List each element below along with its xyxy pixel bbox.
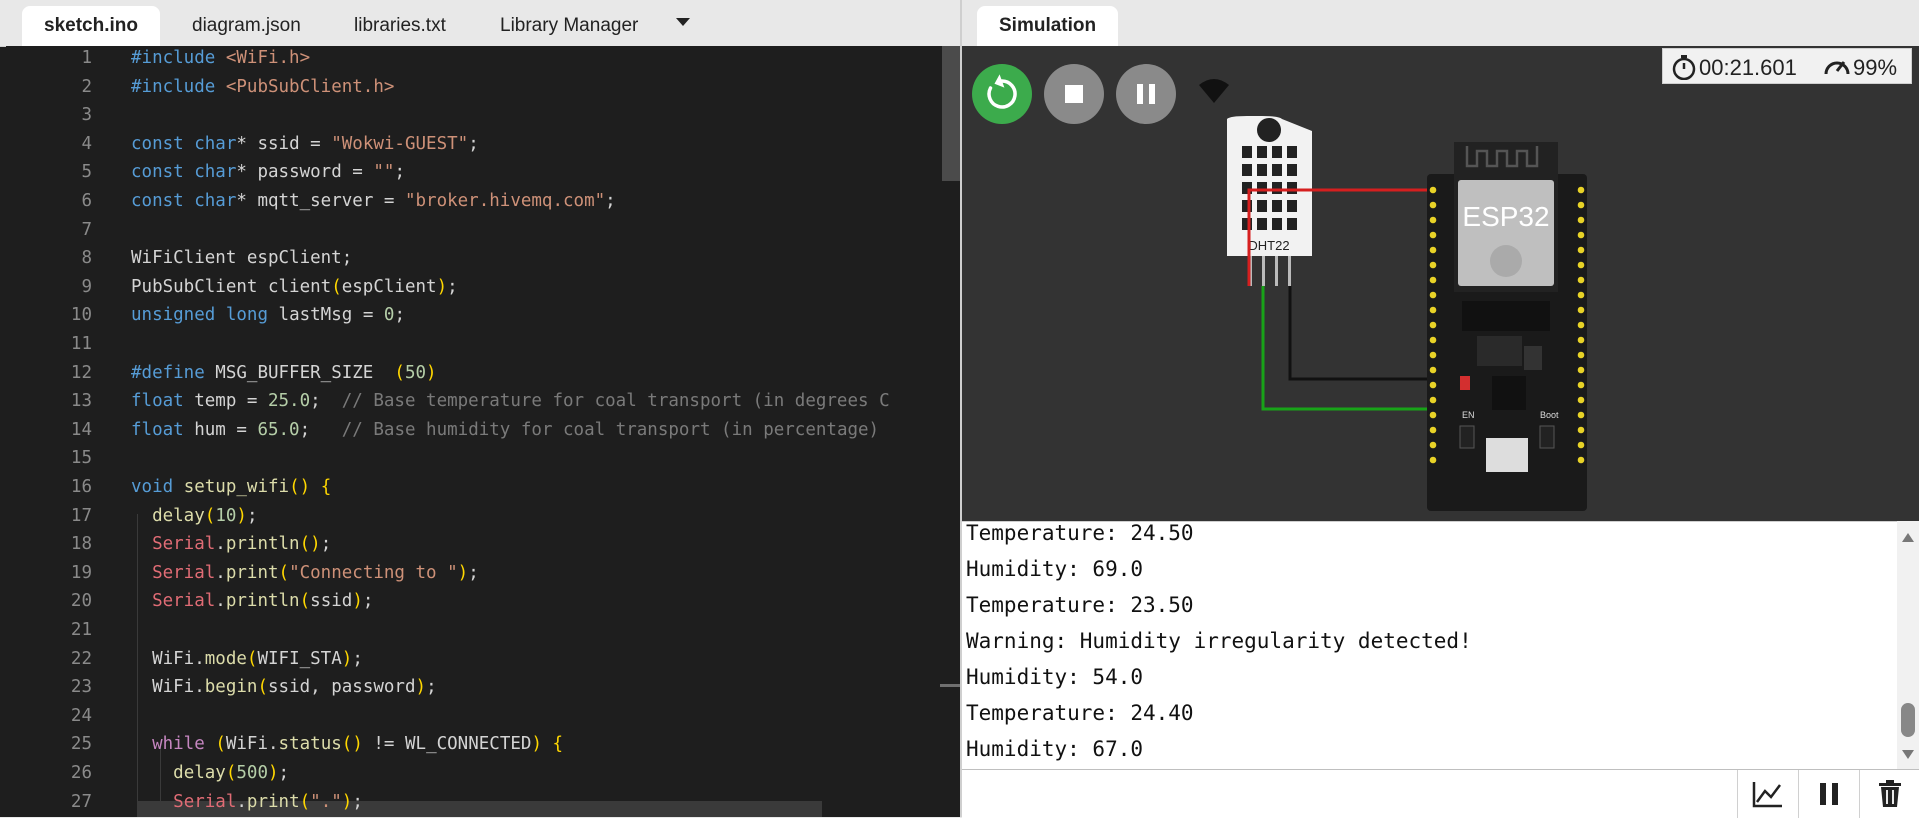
line-number: 24: [70, 705, 92, 726]
simulation-canvas[interactable]: 00:21.601 99% DHT22 ESP32 EN Boot: [962, 46, 1919, 521]
chevron-down-icon[interactable]: [676, 18, 690, 26]
line-number: 7: [81, 219, 92, 240]
line-number: 1: [81, 48, 92, 68]
line-number: 21: [70, 620, 92, 640]
code-line: void setup_wifi() {: [131, 477, 332, 497]
plotter-button[interactable]: [1737, 770, 1798, 818]
code-line: Serial.print(".");: [173, 791, 363, 812]
line-number: 6: [81, 191, 92, 211]
line-number: 11: [70, 334, 92, 354]
code-line: const char* ssid = "Wokwi-GUEST";: [131, 133, 479, 154]
line-number: 9: [81, 276, 92, 297]
code-line: float hum = 65.0; // Base humidity for c…: [131, 419, 880, 440]
code-line: #include <WiFi.h>: [131, 48, 311, 68]
code-line: const char* mqtt_server = "broker.hivemq…: [131, 191, 616, 211]
scrollbar-marker: [940, 684, 960, 687]
line-number: 22: [70, 648, 92, 669]
line-number: 10: [70, 305, 92, 326]
tab-diagram-json[interactable]: diagram.json: [170, 6, 323, 46]
line-number: 18: [70, 534, 92, 555]
serial-line: Humidity: 69.0: [966, 557, 1144, 581]
code-line: delay(500);: [173, 763, 290, 783]
tab-simulation[interactable]: Simulation: [977, 6, 1119, 46]
code-line: float temp = 25.0; // Base temperature f…: [131, 391, 890, 412]
line-number: 25: [70, 734, 92, 755]
line-number: 23: [70, 677, 92, 698]
code-line: unsigned long lastMsg = 0;: [131, 305, 405, 326]
serial-scrollbar-thumb[interactable]: [1901, 703, 1915, 737]
code-editor-panel: sketch.ino diagram.json libraries.txt Li…: [0, 0, 960, 817]
esp32-label: ESP32: [1462, 201, 1549, 232]
serial-monitor-output[interactable]: Temperature: 24.50 Humidity: 69.0 Temper…: [962, 521, 1897, 770]
line-number: 8: [81, 248, 92, 269]
wire-gnd: [1288, 286, 1433, 381]
code-line: Serial.print("Connecting to ");: [152, 562, 479, 583]
line-number: 27: [70, 791, 92, 812]
serial-input-bar: [962, 769, 1919, 818]
simulation-tab-bar: Simulation: [962, 0, 1919, 47]
tab-libraries-txt[interactable]: libraries.txt: [332, 6, 468, 46]
serial-line: Temperature: 24.50: [966, 521, 1194, 545]
line-number: 14: [70, 419, 92, 440]
esp32-board: ESP32 EN Boot: [1427, 142, 1587, 511]
clear-serial-button[interactable]: [1859, 770, 1919, 818]
code-line: WiFi.mode(WIFI_STA);: [131, 648, 363, 669]
code-line: #define MSG_BUFFER_SIZE (50): [131, 362, 437, 383]
line-number: 20: [70, 591, 92, 612]
code-line: #include <PubSubClient.h>: [131, 76, 395, 97]
code-line: Serial.println(ssid);: [152, 591, 374, 612]
line-number: 16: [70, 477, 92, 497]
code-line: while (WiFi.status() != WL_CONNECTED) {: [152, 734, 564, 755]
line-number: 2: [81, 76, 92, 97]
editor-scrollbar-thumb[interactable]: [942, 46, 960, 181]
line-number: 13: [70, 391, 92, 412]
editor-scrollbar[interactable]: [940, 46, 960, 817]
editor-tab-bar: sketch.ino diagram.json libraries.txt Li…: [0, 0, 960, 47]
serial-line: Temperature: 23.50: [966, 593, 1194, 617]
circuit-diagram: DHT22 ESP32 EN Boot: [1227, 116, 1587, 511]
tab-sketch-ino[interactable]: sketch.ino: [22, 6, 160, 46]
code-line: PubSubClient client(espClient);: [131, 276, 458, 297]
trash-icon: [1879, 780, 1901, 807]
code-line: WiFiClient espClient;: [131, 248, 353, 269]
line-number: 3: [81, 105, 92, 126]
en-label: EN: [1462, 410, 1475, 420]
serial-line: Temperature: 24.40: [966, 701, 1194, 725]
chart-icon: [1752, 782, 1782, 808]
tab-library-manager[interactable]: Library Manager: [478, 6, 660, 46]
dht22-label: DHT22: [1248, 238, 1289, 253]
line-number: 19: [70, 562, 92, 583]
pause-icon: [1820, 783, 1838, 805]
line-number: 17: [70, 505, 92, 526]
line-number: 15: [70, 448, 92, 469]
serial-line: Warning: Humidity irregularity detected!: [966, 629, 1472, 653]
scroll-up-icon[interactable]: [1902, 533, 1914, 542]
code-line: WiFi.begin(ssid, password);: [131, 677, 437, 698]
serial-line: Humidity: 54.0: [966, 665, 1144, 689]
serial-input[interactable]: [962, 770, 1733, 818]
code-line: const char* password = "";: [131, 162, 405, 183]
code-line: delay(10);: [152, 505, 258, 526]
line-number: 26: [70, 763, 92, 783]
code-line: Serial.println();: [152, 534, 332, 555]
serial-line: Humidity: 67.0: [966, 737, 1144, 761]
scroll-down-icon[interactable]: [1902, 750, 1914, 759]
dht22-sensor: DHT22: [1227, 116, 1312, 286]
line-number: 5: [81, 162, 92, 183]
line-number: 12: [70, 362, 92, 383]
serial-scrollbar[interactable]: [1897, 521, 1919, 769]
code-area[interactable]: 1 2 3 4 5 6 7 8 9 10 11 12 13 14 15 16 1…: [6, 46, 940, 817]
serial-pause-button[interactable]: [1798, 770, 1859, 818]
boot-label: Boot: [1540, 410, 1559, 420]
line-number: 4: [81, 133, 92, 154]
